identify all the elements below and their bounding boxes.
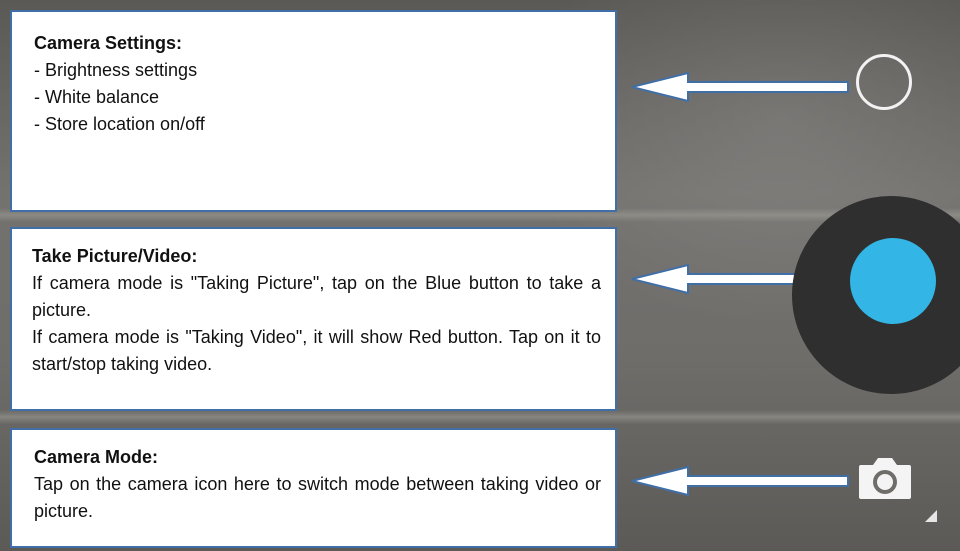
arrow-left-icon — [631, 72, 849, 102]
mode-indicator-icon — [925, 510, 937, 522]
take-picture-panel: Take Picture/Video: If camera mode is "T… — [10, 227, 617, 411]
arrow-left-icon — [631, 466, 849, 496]
panel-title: Take Picture/Video: — [32, 246, 198, 266]
list-item: - White balance — [34, 87, 160, 107]
camera-icon[interactable] — [857, 455, 913, 501]
panel-title: Camera Mode: — [34, 447, 159, 467]
panel-text: If camera mode is "Taking Video", it wil… — [32, 327, 601, 374]
panel-text: If camera mode is "Taking Picture", tap … — [32, 273, 601, 320]
camera-settings-button[interactable] — [856, 54, 912, 110]
list-item: - Brightness settings — [34, 60, 198, 80]
camera-settings-panel: Camera Settings: - Brightness settings -… — [10, 10, 617, 212]
list-item: - Store location on/off — [34, 114, 205, 134]
camera-mode-panel: Camera Mode: Tap on the camera icon here… — [10, 428, 617, 548]
shutter-button[interactable] — [850, 238, 936, 324]
settings-list: - Brightness settings - White balance - … — [34, 57, 595, 138]
panel-title: Camera Settings: — [34, 33, 183, 53]
panel-text: Tap on the camera icon here to switch mo… — [34, 474, 601, 521]
viewfinder-strip — [0, 410, 960, 424]
